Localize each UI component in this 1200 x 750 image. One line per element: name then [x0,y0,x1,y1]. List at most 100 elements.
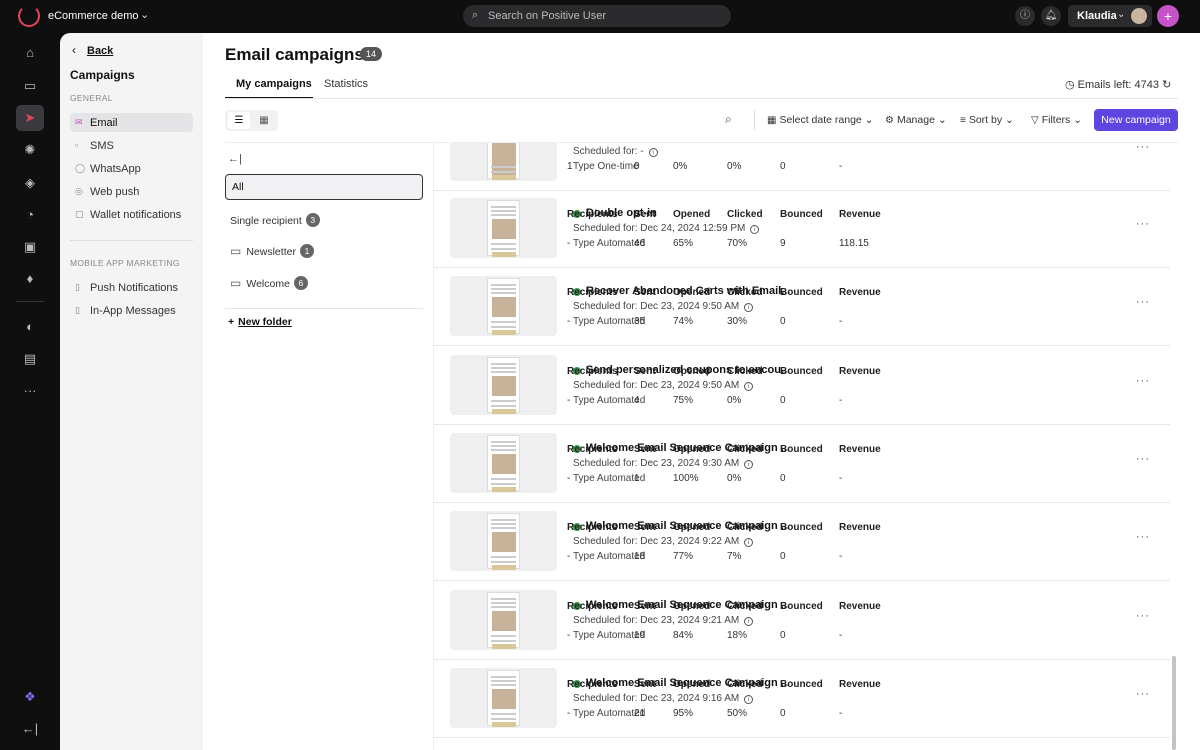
stat-clicked: 0% [727,473,742,484]
in-app-icon: ▯ [75,305,80,315]
campaign-row[interactable]: Scheduled for: - i Type One-time 1 0 0% 0% 0 - ··… [434,143,1170,191]
campaign-thumbnail[interactable] [450,433,557,493]
column-header-revenue: Revenue [839,601,881,612]
campaign-row[interactable]: Welcome Email Sequence Campaign ... Sched… [434,582,1170,660]
chevron-left-icon[interactable]: ‹ [72,43,76,57]
user-menu[interactable]: Klaudia ⌄ [1068,5,1152,27]
chat-icon[interactable]: ▤ [16,346,44,372]
campaign-thumbnail[interactable] [450,355,557,415]
campaigns-icon[interactable]: ➤ [16,105,44,131]
stat-sent: 1 [634,473,640,484]
info-icon[interactable]: i [744,303,754,312]
nav-item-wallet[interactable]: ▢ Wallet notifications [70,205,193,224]
gear-icon: ⚙ [885,115,894,126]
stat-revenue: - [839,395,843,406]
stat-bounced: 0 [780,395,786,406]
column-header-opened: Opened [673,522,711,533]
column-header-recipients: Recipients [567,601,618,612]
scrollbar[interactable] [1172,656,1176,750]
layers-icon[interactable]: ◈ [16,170,44,196]
more-options-icon[interactable]: ··· [1136,143,1150,153]
new-campaign-button[interactable]: New campaign [1094,109,1178,131]
home-icon[interactable]: ⌂ [16,40,44,66]
folder-single-recipient[interactable]: Single recipient 3 [230,213,320,227]
campaign-row[interactable]: Send personalized coupons to encou... Sch… [434,347,1170,425]
info-icon[interactable]: i [744,460,754,469]
contacts-icon[interactable]: ◐ [16,314,44,340]
search-icon[interactable]: ⌕ [725,112,732,127]
sort-by-button[interactable]: ≡ Sort by ⌄ [960,114,1014,126]
manage-button[interactable]: ⚙ Manage ⌄ [885,114,947,126]
folder-icon: ▭ [230,276,242,290]
collapse-rail-button[interactable]: ←| [16,716,44,742]
more-options-icon[interactable]: ··· [1136,453,1150,465]
date-range-button[interactable]: ▦ Select date range ⌄ [767,114,874,126]
info-icon[interactable]: ⓘ [1015,6,1035,26]
collapse-folders-icon[interactable]: ←| [228,153,242,165]
stat-sent: 21 [634,708,646,719]
refresh-icon[interactable]: ↻ [1162,79,1171,91]
campaign-row[interactable]: Double opt-in Scheduled for: Dec 24, 2024… [434,190,1170,268]
top-bar: eCommerce demo ⌄ ⌕ Search on Positive Us… [0,0,1200,33]
nav-item-in-app[interactable]: ▯ In-App Messages [70,301,193,320]
tag-icon[interactable]: ♦ [16,266,44,292]
folder-welcome[interactable]: ▭ Welcome 6 [230,276,308,290]
info-icon[interactable]: i [744,382,754,391]
tab-my-campaigns[interactable]: My campaigns [236,78,312,90]
campaign-thumbnail[interactable] [450,590,557,650]
more-options-icon[interactable]: ··· [1136,610,1150,622]
info-icon[interactable]: i [750,225,760,234]
chart-icon[interactable]: ◔ [16,202,44,228]
app-logo-icon[interactable] [18,5,40,27]
nav-item-web-push[interactable]: ◎ Web push [70,182,193,201]
campaign-thumbnail[interactable] [450,198,557,258]
campaign-row[interactable]: Welcome Email Sequence Campaign ... Sched… [434,503,1170,581]
more-options-icon[interactable]: ··· [1136,531,1150,543]
tab-statistics[interactable]: Statistics [324,78,368,90]
column-header-clicked: Clicked [727,679,763,690]
stat-opened: 0% [673,161,688,172]
stat-clicked: 0% [727,395,742,406]
nav-item-whatsapp[interactable]: ◯ WhatsApp [70,159,193,178]
new-folder-button[interactable]: + New folder [228,316,292,328]
more-options-icon[interactable]: ··· [1136,375,1150,387]
info-icon[interactable]: i [648,148,658,157]
nav-item-sms[interactable]: ▫ SMS [70,136,193,155]
column-header-clicked: Clicked [727,209,763,220]
campaign-thumbnail[interactable] [450,511,557,571]
filters-button[interactable]: ▽ Filters ⌄ [1031,114,1082,126]
campaign-row[interactable]: Welcome Email Sequence Campaign ... Sched… [434,425,1170,503]
campaign-thumbnail[interactable] [450,668,557,728]
back-link[interactable]: Back [87,45,113,57]
folder-newsletter[interactable]: ▭ Newsletter 1 [230,244,314,258]
nav-item-email[interactable]: ✉ Email [70,113,193,132]
info-icon[interactable]: i [744,538,754,547]
more-options-icon[interactable]: ··· [1136,688,1150,700]
list-view-icon[interactable]: ☰ [228,112,250,129]
campaign-thumbnail[interactable] [450,276,557,336]
campaign-row[interactable]: Welcome Email Sequence Campaign ... Sched… [434,660,1170,738]
bell-icon[interactable]: 🔔︎ [1041,6,1061,26]
nav-item-push-notifications[interactable]: ▯ Push Notifications [70,278,193,297]
grid-view-icon[interactable]: ▦ [253,112,275,129]
info-icon[interactable]: i [744,695,754,704]
stat-clicked: 70% [727,238,748,249]
help-icon[interactable]: ❖ [16,684,44,710]
global-search-input[interactable]: ⌕ Search on Positive User [463,5,731,27]
campaign-row[interactable]: Recover Abandoned Carts with Email... Sch… [434,268,1170,346]
automation-icon[interactable]: ✺ [16,137,44,163]
app-switcher-label[interactable]: eCommerce demo [48,10,138,22]
inbox-icon[interactable]: ▭ [16,73,44,99]
chevron-down-icon[interactable]: ⌄ [140,8,149,21]
more-icon[interactable]: ··· [16,378,44,404]
campaign-thumbnail[interactable] [450,143,557,181]
filter-icon: ▽ [1031,115,1039,126]
more-options-icon[interactable]: ··· [1136,218,1150,230]
more-options-icon[interactable]: ··· [1136,296,1150,308]
stat-opened: 95% [673,708,694,719]
folder-count-badge: 3 [305,213,320,227]
quick-create-button[interactable]: + [1157,5,1179,27]
browser-icon[interactable]: ▣ [16,234,44,260]
folder-all[interactable]: All [225,174,423,200]
info-icon[interactable]: i [744,617,754,626]
